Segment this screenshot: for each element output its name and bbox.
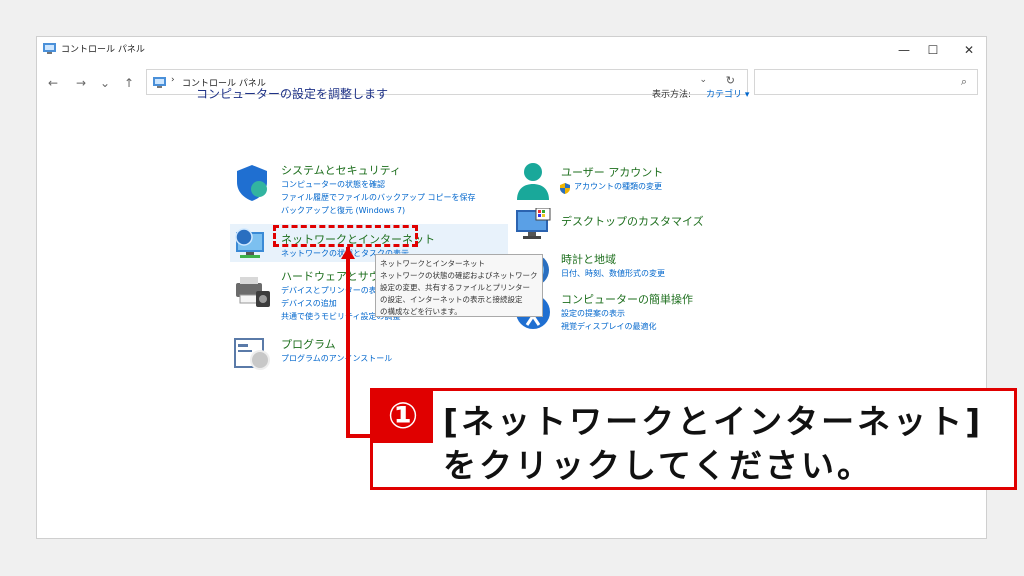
view-by-dropdown[interactable]: カテゴリ ▾ bbox=[706, 87, 749, 100]
category-user-accounts: ユーザー アカウント アカウントの種類の変更 bbox=[561, 164, 663, 193]
shield-icon bbox=[237, 165, 267, 201]
tooltip-line: の設定、インターネットの表示と接続設定 bbox=[380, 295, 523, 304]
category-system-security: システムとセキュリティ コンピューターの状態を確認 ファイル履歴でファイルのバッ… bbox=[281, 162, 476, 217]
navigation-bar: ← → ⌄ ↑ › コントロール パネル ⌄ ↻ ⌕ bbox=[37, 67, 986, 101]
user-account-icon bbox=[517, 163, 549, 200]
uninstall-program-link[interactable]: プログラムのアンインストール bbox=[281, 352, 392, 365]
up-arrow-icon[interactable]: ↑ bbox=[121, 75, 137, 91]
annotation-highlight-box bbox=[273, 225, 418, 247]
back-arrow-icon[interactable]: ← bbox=[45, 75, 61, 91]
category-ease-of-access: コンピューターの簡単操作 設定の提案の表示 視覚ディスプレイの最適化 bbox=[561, 291, 693, 333]
control-panel-icon bbox=[153, 77, 166, 88]
refresh-icon[interactable]: ↻ bbox=[726, 74, 735, 87]
annotation-arrowhead-icon bbox=[341, 247, 355, 259]
breadcrumb-chevron-icon[interactable]: › bbox=[171, 75, 175, 85]
instruction-callout: ① [ネットワークとインターネット] をクリックしてください。 bbox=[370, 388, 1017, 490]
tooltip-line: ネットワークとインターネット bbox=[380, 259, 485, 268]
printer-speaker-icon bbox=[236, 277, 270, 307]
network-tooltip: ネットワークとインターネット ネットワークの状態の確認およびネットワーク 設定の… bbox=[375, 254, 543, 317]
tooltip-line: ネットワークの状態の確認およびネットワーク bbox=[380, 271, 538, 280]
tooltip-line: の構成などを行います。 bbox=[380, 307, 462, 316]
page-heading: コンピューターの設定を調整します bbox=[196, 87, 389, 101]
instruction-line-2: をクリックしてください。 bbox=[443, 446, 874, 485]
desktop-customize-icon bbox=[516, 208, 551, 239]
category-appearance: デスクトップのカスタマイズ bbox=[561, 213, 704, 229]
tooltip-line: 設定の変更、共有するファイルとプリンター bbox=[380, 283, 530, 292]
ease-of-access-link[interactable]: コンピューターの簡単操作 bbox=[561, 291, 693, 307]
category-programs: プログラム プログラムのアンインストール bbox=[281, 336, 392, 365]
instruction-line-1: [ネットワークとインターネット] bbox=[443, 402, 984, 441]
desktop-customize-link[interactable]: デスクトップのカスタマイズ bbox=[561, 213, 704, 229]
file-history-backup-link[interactable]: ファイル履歴でファイルのバックアップ コピーを保存 bbox=[281, 191, 476, 204]
change-date-time-format-link[interactable]: 日付、時刻、数値形式の変更 bbox=[561, 267, 665, 280]
window-title: コントロール パネル bbox=[61, 45, 145, 55]
change-account-type-link[interactable]: アカウントの種類の変更 bbox=[561, 180, 663, 193]
programs-link[interactable]: プログラム bbox=[281, 336, 392, 352]
programs-icon bbox=[234, 338, 270, 370]
category-clock-region: 時計と地域 日付、時刻、数値形式の変更 bbox=[561, 251, 665, 280]
close-button[interactable]: ✕ bbox=[954, 40, 984, 60]
maximize-button[interactable]: ☐ bbox=[918, 40, 948, 60]
optimize-display-link[interactable]: 視覚ディスプレイの最適化 bbox=[561, 320, 693, 333]
forward-arrow-icon[interactable]: → bbox=[73, 75, 89, 91]
clock-region-link[interactable]: 時計と地域 bbox=[561, 251, 665, 267]
network-globe-icon bbox=[235, 228, 264, 258]
system-security-link[interactable]: システムとセキュリティ bbox=[281, 162, 476, 178]
recent-locations-chevron-icon[interactable]: ⌄ bbox=[97, 75, 113, 91]
search-box[interactable]: ⌕ bbox=[754, 69, 978, 95]
check-computer-status-link[interactable]: コンピューターの状態を確認 bbox=[281, 178, 476, 191]
view-by-label: 表示方法: bbox=[652, 90, 692, 100]
annotation-arrow-line bbox=[346, 247, 350, 437]
backup-restore-link[interactable]: バックアップと復元 (Windows 7) bbox=[281, 204, 476, 217]
step-number: ① bbox=[373, 391, 433, 443]
suggested-settings-link[interactable]: 設定の提案の表示 bbox=[561, 307, 693, 320]
address-dropdown-icon[interactable]: ⌄ bbox=[699, 75, 707, 85]
minimize-button[interactable]: — bbox=[889, 40, 919, 60]
user-accounts-link[interactable]: ユーザー アカウント bbox=[561, 164, 663, 180]
control-panel-icon bbox=[43, 43, 56, 54]
search-icon[interactable]: ⌕ bbox=[961, 75, 967, 89]
title-bar: コントロール パネル — ☐ ✕ bbox=[37, 37, 986, 63]
